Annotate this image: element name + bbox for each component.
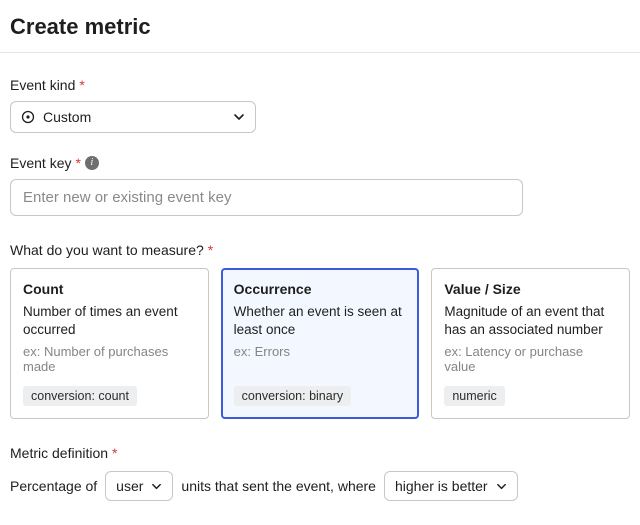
event-key-label-text: Event key <box>10 155 71 171</box>
event-key-label: Event key * i <box>10 155 630 171</box>
direction-value: higher is better <box>395 478 488 494</box>
required-asterisk: * <box>75 155 80 171</box>
event-kind-label-text: Event kind <box>10 77 75 93</box>
custom-event-icon <box>21 110 35 124</box>
unit-value: user <box>116 478 143 494</box>
create-metric-page: Create metric Event kind * Custom Event … <box>0 0 640 525</box>
card-title: Count <box>23 281 196 297</box>
event-kind-label: Event kind * <box>10 77 630 93</box>
measure-label-text: What do you want to measure? <box>10 242 204 258</box>
card-desc: Number of times an event occurred <box>23 303 196 338</box>
card-title: Value / Size <box>444 281 617 297</box>
info-icon[interactable]: i <box>85 156 99 170</box>
unit-select[interactable]: user <box>105 471 173 501</box>
card-desc: Magnitude of an event that has an associ… <box>444 303 617 338</box>
card-title: Occurrence <box>234 281 407 297</box>
required-asterisk: * <box>112 445 117 461</box>
card-tag: conversion: count <box>23 386 137 406</box>
definition-middle: units that sent the event, where <box>181 478 376 494</box>
card-desc: Whether an event is seen at least once <box>234 303 407 338</box>
divider <box>0 52 640 53</box>
required-asterisk: * <box>208 242 213 258</box>
event-key-input[interactable] <box>10 179 523 216</box>
metric-definition-row: Percentage of user units that sent the e… <box>10 471 630 501</box>
event-kind-value: Custom <box>43 109 91 125</box>
metric-definition-label-text: Metric definition <box>10 445 108 461</box>
direction-select[interactable]: higher is better <box>384 471 518 501</box>
metric-definition-label: Metric definition * <box>10 445 630 461</box>
card-tag: numeric <box>444 386 504 406</box>
definition-prefix: Percentage of <box>10 478 97 494</box>
card-example: ex: Number of purchases made <box>23 344 196 374</box>
card-example: ex: Errors <box>234 344 407 359</box>
page-title: Create metric <box>10 14 630 40</box>
measure-card-value[interactable]: Value / Size Magnitude of an event that … <box>431 268 630 419</box>
card-example: ex: Latency or purchase value <box>444 344 617 374</box>
chevron-down-icon <box>151 481 162 492</box>
chevron-down-icon <box>496 481 507 492</box>
measure-label: What do you want to measure? * <box>10 242 630 258</box>
card-tag: conversion: binary <box>234 386 351 406</box>
chevron-down-icon <box>233 111 245 123</box>
measure-options: Count Number of times an event occurred … <box>10 268 630 419</box>
measure-card-count[interactable]: Count Number of times an event occurred … <box>10 268 209 419</box>
required-asterisk: * <box>79 77 84 93</box>
event-kind-select[interactable]: Custom <box>10 101 256 133</box>
measure-card-occurrence[interactable]: Occurrence Whether an event is seen at l… <box>221 268 420 419</box>
